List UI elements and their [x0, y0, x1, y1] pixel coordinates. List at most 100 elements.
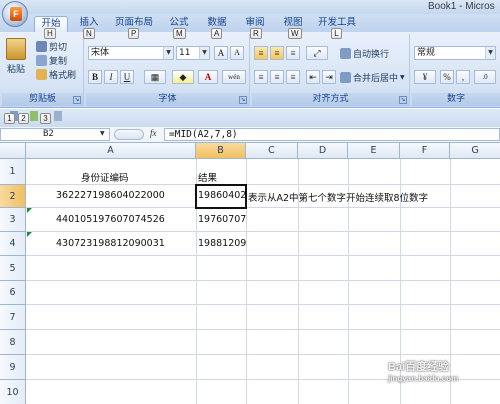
font-color-button[interactable]: A — [198, 70, 218, 84]
row-header-3[interactable]: 3 — [0, 208, 26, 232]
cell-a2[interactable]: 362227198604022000 — [56, 190, 165, 201]
alignment-group-label: 对齐方式 — [252, 93, 409, 106]
row-header-6[interactable]: 6 — [0, 281, 26, 305]
column-header-e[interactable]: E — [348, 143, 400, 159]
window-title: Book1 - Micros — [428, 1, 495, 12]
error-indicator-icon[interactable] — [27, 232, 32, 237]
wrap-text-button[interactable]: 自动换行 — [340, 47, 389, 60]
wrap-text-icon — [340, 48, 351, 59]
chevron-down-icon: ▼ — [485, 47, 495, 59]
alignment-launcher[interactable]: ↘ — [399, 96, 407, 104]
copy-icon — [36, 55, 47, 66]
formula-bar: B2 ▼ fx =MID(A2,7,8) — [0, 127, 500, 143]
formula-input[interactable]: =MID(A2,7,8) — [164, 128, 500, 141]
merge-center-button[interactable]: 合并后居中 ▼ — [340, 71, 405, 84]
orientation-icon: ⤢ — [313, 48, 321, 58]
keytip-developer: L — [331, 28, 342, 39]
gridline — [26, 304, 500, 305]
row-header-7[interactable]: 7 — [0, 305, 26, 330]
cell-b1[interactable]: 结果 — [198, 170, 217, 184]
underline-button[interactable]: U — [120, 70, 134, 84]
row-header-10[interactable]: 10 — [0, 380, 26, 404]
keytip-data: A — [211, 28, 223, 39]
baidu-watermark: Bai百度经验 jingyan.baidu.com — [388, 361, 459, 383]
grow-font-button[interactable]: A — [214, 46, 228, 60]
row-header-4[interactable]: 4 — [0, 232, 26, 256]
formula-cancel-enter-icons[interactable] — [114, 129, 144, 140]
number-format-combo[interactable]: 常规 ▼ — [414, 46, 496, 60]
row-header-5[interactable]: 5 — [0, 256, 26, 281]
format-painter-button[interactable]: 格式刷 — [36, 68, 76, 81]
quick-access-toolbar: 1 2 3 — [0, 109, 500, 127]
clipboard-icon — [6, 38, 26, 60]
cell-a1[interactable]: 身份证编码 — [81, 170, 129, 184]
row-header-9[interactable]: 9 — [0, 355, 26, 380]
font-launcher[interactable]: ↘ — [239, 96, 247, 104]
office-button[interactable]: F — [2, 1, 28, 27]
qat-keytip-1: 1 — [4, 113, 15, 124]
align-center-button[interactable]: ≡ — [270, 70, 284, 84]
align-middle-button[interactable]: ≡ — [270, 46, 284, 60]
merge-icon — [340, 72, 351, 83]
paste-button[interactable]: 粘贴 — [6, 38, 26, 75]
font-name-combo[interactable]: 宋体 ▼ — [88, 46, 174, 60]
align-bottom-button[interactable]: ≡ — [286, 46, 300, 60]
office-logo-icon: F — [10, 7, 22, 21]
cut-button[interactable]: 剪切 — [36, 40, 67, 53]
comma-button[interactable]: , — [456, 70, 470, 84]
align-top-button[interactable]: ≡ — [254, 46, 268, 60]
gridline — [26, 184, 500, 185]
column-header-g[interactable]: G — [450, 143, 500, 159]
qat-keytip-2: 2 — [18, 113, 29, 124]
column-header-b[interactable]: B — [196, 143, 246, 159]
increase-indent-button[interactable]: ⇥ — [322, 70, 336, 84]
chevron-down-icon[interactable]: ▼ — [100, 130, 105, 137]
keytip-view: W — [288, 28, 302, 39]
percent-button[interactable]: % — [440, 70, 454, 84]
orientation-button[interactable]: ⤢ — [306, 46, 328, 60]
redo-icon[interactable] — [54, 111, 62, 121]
cell-a4[interactable]: 430723198812090031 — [56, 238, 165, 249]
alignment-group: ≡ ≡ ≡ ⤢ 自动换行 ≡ ≡ ≡ ⇤ ⇥ 合并后居中 ▼ 对齐方式 ↘ — [252, 34, 410, 106]
gridline — [26, 207, 500, 208]
column-header-c[interactable]: C — [246, 143, 298, 159]
font-size-combo[interactable]: 11 ▼ — [176, 46, 210, 60]
number-group-label: 数字 — [412, 93, 500, 106]
insert-function-button[interactable]: fx — [150, 128, 157, 138]
increase-decimal-button[interactable]: .0 — [474, 70, 496, 84]
cell-b4[interactable]: 19881209 — [198, 238, 246, 249]
phonetic-button[interactable]: wén — [222, 70, 246, 84]
name-box[interactable]: B2 — [0, 128, 110, 141]
italic-button[interactable]: I — [104, 70, 118, 84]
cell-c2[interactable]: 表示从A2中第七个数字开始连续取8位数字 — [248, 190, 428, 204]
select-all-corner[interactable] — [0, 143, 26, 159]
decrease-indent-button[interactable]: ⇤ — [306, 70, 320, 84]
brush-icon — [36, 69, 47, 80]
bold-button[interactable]: B — [88, 70, 102, 84]
row-header-1[interactable]: 1 — [0, 159, 26, 185]
chevron-down-icon: ▼ — [400, 74, 405, 81]
row-header-2[interactable]: 2 — [0, 185, 26, 208]
clipboard-launcher[interactable]: ↘ — [73, 96, 81, 104]
column-header-d[interactable]: D — [298, 143, 348, 159]
fill-color-button[interactable]: ◆ — [172, 70, 194, 84]
error-indicator-icon[interactable] — [27, 208, 32, 213]
undo-icon[interactable] — [30, 111, 38, 121]
cell-a3[interactable]: 440105197607074526 — [56, 214, 165, 225]
currency-button[interactable]: ¥ — [414, 70, 436, 84]
column-header-a[interactable]: A — [26, 143, 196, 159]
gridline — [26, 280, 500, 281]
border-icon: ▦ — [150, 72, 160, 82]
ribbon: 粘贴 剪切 复制 格式刷 剪贴板 ↘ 宋体 ▼ 11 ▼ A A B I U ▦ ◆… — [0, 32, 500, 108]
shrink-font-button[interactable]: A — [230, 46, 244, 60]
border-button[interactable]: ▦ — [144, 70, 166, 84]
active-cell-selection — [195, 184, 247, 209]
copy-button[interactable]: 复制 — [36, 54, 67, 67]
chevron-down-icon: ▼ — [199, 47, 209, 59]
column-header-f[interactable]: F — [400, 143, 450, 159]
title-bar: Book1 - Micros — [0, 0, 500, 14]
row-header-8[interactable]: 8 — [0, 330, 26, 355]
align-right-button[interactable]: ≡ — [286, 70, 300, 84]
cell-b3[interactable]: 19760707 — [198, 214, 246, 225]
align-left-button[interactable]: ≡ — [254, 70, 268, 84]
